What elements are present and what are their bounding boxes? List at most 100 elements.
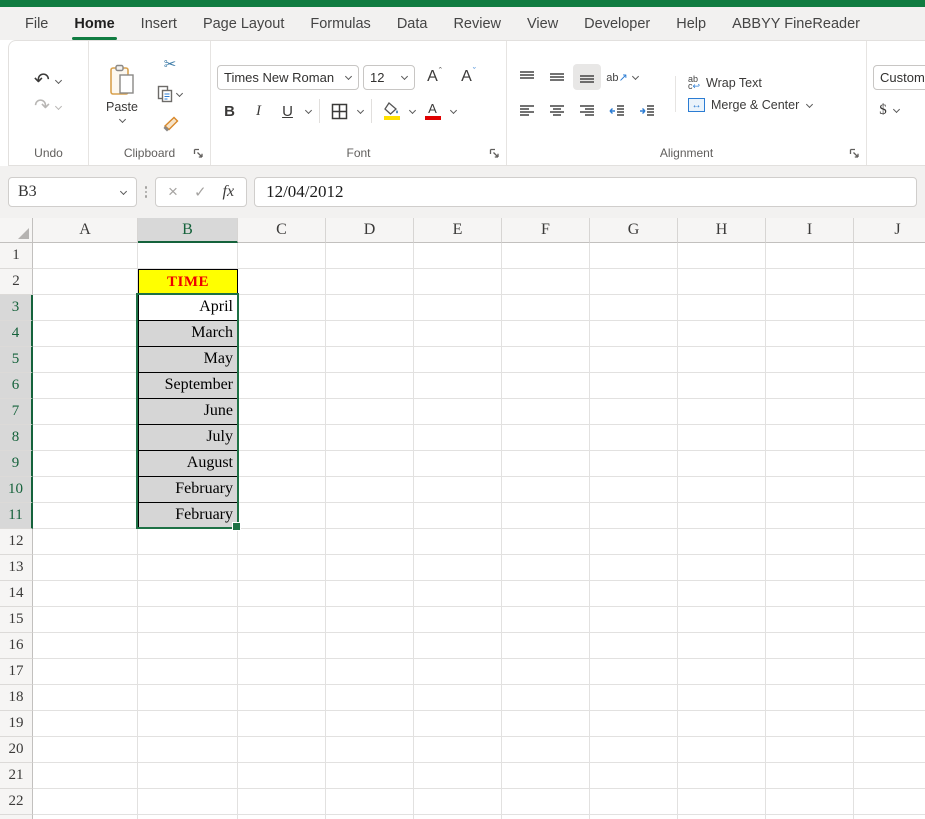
cell-A5[interactable] [33, 347, 138, 373]
cell-H23[interactable] [678, 815, 766, 819]
cell-A14[interactable] [33, 581, 138, 607]
cell-G6[interactable] [590, 373, 678, 399]
row-header-8[interactable]: 8 [0, 425, 33, 451]
cell-E19[interactable] [414, 711, 502, 737]
cell-H6[interactable] [678, 373, 766, 399]
cell-G17[interactable] [590, 659, 678, 685]
formula-bar-grip[interactable] [144, 186, 148, 198]
cell-G14[interactable] [590, 581, 678, 607]
column-header-I[interactable]: I [766, 218, 854, 243]
underline-button[interactable]: U [275, 98, 300, 124]
cell-G22[interactable] [590, 789, 678, 815]
cell-E3[interactable] [414, 295, 502, 321]
cell-G2[interactable] [590, 269, 678, 295]
cell-B16[interactable] [138, 633, 238, 659]
cell-E21[interactable] [414, 763, 502, 789]
cell-A15[interactable] [33, 607, 138, 633]
tab-review[interactable]: Review [440, 7, 514, 40]
column-header-H[interactable]: H [678, 218, 766, 243]
cell-B20[interactable] [138, 737, 238, 763]
cell-B22[interactable] [138, 789, 238, 815]
cell-D20[interactable] [326, 737, 414, 763]
cell-G12[interactable] [590, 529, 678, 555]
cancel-icon[interactable]: × [168, 182, 178, 202]
italic-button[interactable]: I [246, 98, 271, 124]
cell-C6[interactable] [238, 373, 326, 399]
cell-H16[interactable] [678, 633, 766, 659]
cell-D3[interactable] [326, 295, 414, 321]
wrap-text-button[interactable]: ab c↩ Wrap Text [688, 76, 813, 90]
cell-H3[interactable] [678, 295, 766, 321]
cell-D22[interactable] [326, 789, 414, 815]
cell-H22[interactable] [678, 789, 766, 815]
row-header-11[interactable]: 11 [0, 503, 33, 529]
cell-G3[interactable] [590, 295, 678, 321]
cell-C11[interactable] [238, 503, 326, 529]
borders-button[interactable] [327, 98, 352, 124]
cell-C19[interactable] [238, 711, 326, 737]
cell-F2[interactable] [502, 269, 590, 295]
cell-A19[interactable] [33, 711, 138, 737]
cell-J10[interactable] [854, 477, 925, 503]
cell-C3[interactable] [238, 295, 326, 321]
cell-C8[interactable] [238, 425, 326, 451]
row-header-22[interactable]: 22 [0, 789, 33, 815]
cell-E6[interactable] [414, 373, 502, 399]
row-header-16[interactable]: 16 [0, 633, 33, 659]
cell-I11[interactable] [766, 503, 854, 529]
cell-H18[interactable] [678, 685, 766, 711]
enter-icon[interactable]: ✓ [194, 183, 207, 201]
cell-A3[interactable] [33, 295, 138, 321]
column-header-E[interactable]: E [414, 218, 502, 243]
cell-A16[interactable] [33, 633, 138, 659]
cell-F6[interactable] [502, 373, 590, 399]
tab-help[interactable]: Help [663, 7, 719, 40]
cell-B10[interactable]: February [138, 477, 238, 503]
cell-A4[interactable] [33, 321, 138, 347]
cell-J5[interactable] [854, 347, 925, 373]
cell-I20[interactable] [766, 737, 854, 763]
cell-H12[interactable] [678, 529, 766, 555]
cell-E22[interactable] [414, 789, 502, 815]
cell-J15[interactable] [854, 607, 925, 633]
cell-C10[interactable] [238, 477, 326, 503]
tab-home[interactable]: Home [61, 7, 127, 40]
cell-H13[interactable] [678, 555, 766, 581]
cell-F18[interactable] [502, 685, 590, 711]
formula-input[interactable]: 12/04/2012 [254, 177, 917, 207]
row-header-10[interactable]: 10 [0, 477, 33, 503]
cell-E20[interactable] [414, 737, 502, 763]
cell-I8[interactable] [766, 425, 854, 451]
cell-E5[interactable] [414, 347, 502, 373]
cell-B17[interactable] [138, 659, 238, 685]
decrease-font-size-button[interactable]: Aˇ [453, 64, 483, 90]
cell-D2[interactable] [326, 269, 414, 295]
fill-color-button[interactable] [379, 98, 404, 124]
cell-J2[interactable] [854, 269, 925, 295]
cell-B21[interactable] [138, 763, 238, 789]
decrease-indent-button[interactable] [603, 98, 631, 124]
cell-F19[interactable] [502, 711, 590, 737]
cell-D19[interactable] [326, 711, 414, 737]
row-header-12[interactable]: 12 [0, 529, 33, 555]
cell-I6[interactable] [766, 373, 854, 399]
cell-B7[interactable]: June [138, 399, 238, 425]
cell-B18[interactable] [138, 685, 238, 711]
undo-button[interactable]: ↶ [34, 72, 63, 90]
cell-F8[interactable] [502, 425, 590, 451]
cell-F17[interactable] [502, 659, 590, 685]
cell-G10[interactable] [590, 477, 678, 503]
column-header-D[interactable]: D [326, 218, 414, 243]
cell-D5[interactable] [326, 347, 414, 373]
cell-C21[interactable] [238, 763, 326, 789]
tab-developer[interactable]: Developer [571, 7, 663, 40]
orientation-button[interactable]: ab↗ [603, 64, 643, 90]
row-header-5[interactable]: 5 [0, 347, 33, 373]
row-header-9[interactable]: 9 [0, 451, 33, 477]
cell-F9[interactable] [502, 451, 590, 477]
cell-C16[interactable] [238, 633, 326, 659]
cell-G20[interactable] [590, 737, 678, 763]
cell-A18[interactable] [33, 685, 138, 711]
cell-C20[interactable] [238, 737, 326, 763]
cell-B11[interactable]: February [138, 503, 238, 529]
